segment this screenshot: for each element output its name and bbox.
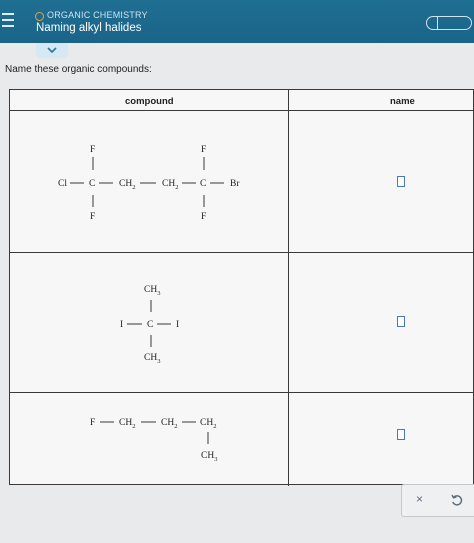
name-answer-input-2[interactable]: [397, 316, 405, 327]
ch2-label: CH2: [162, 179, 178, 191]
bromine-label: Br: [230, 179, 240, 189]
ch2-label: CH2: [200, 418, 216, 430]
carbon-label: C: [89, 179, 95, 189]
fluorine-label: F: [201, 145, 206, 155]
topic-title: Naming alkyl halides: [36, 22, 142, 34]
carbon-label: C: [147, 320, 153, 330]
name-answer-input-3[interactable]: [397, 429, 405, 440]
iodine-label: I: [176, 320, 179, 330]
course-label: ORGANIC CHEMISTRY: [47, 10, 148, 20]
name-answer-input-1[interactable]: [397, 176, 405, 187]
iodine-label: I: [120, 320, 123, 330]
ch3-label: CH3: [144, 353, 160, 365]
fluorine-label: F: [201, 212, 206, 222]
carbon-label: C: [200, 179, 206, 189]
action-panel: ×: [401, 484, 474, 517]
top-bar: ORGANIC CHEMISTRY Naming alkyl halides: [0, 0, 474, 43]
fluorine-label: F: [90, 145, 95, 155]
undo-icon[interactable]: [450, 493, 464, 507]
instruction-text: Name these organic compounds:: [5, 64, 152, 75]
name-column-header: name: [390, 96, 415, 107]
expand-button[interactable]: [36, 43, 68, 58]
ch2-label: CH2: [161, 418, 177, 430]
ch3-label: CH3: [201, 451, 217, 463]
clear-button[interactable]: ×: [416, 492, 423, 506]
ch3-label: CH3: [144, 285, 160, 297]
column-divider: [288, 90, 289, 486]
ch2-label: CH2: [119, 179, 135, 191]
chlorine-label: Cl: [58, 179, 67, 189]
ch2-label: CH2: [119, 418, 135, 430]
progress-circle-icon: [35, 12, 44, 21]
menu-icon[interactable]: [2, 8, 16, 34]
structure-1: F F Cl C CH2 CH2 C Br F F CH3 I C I CH3 …: [58, 145, 240, 463]
chevron-down-icon: [47, 47, 57, 54]
fluorine-label: F: [90, 418, 95, 428]
fluorine-label: F: [90, 212, 95, 222]
compounds-table: compound name F F Cl C CH2 CH2 C Br F F …: [9, 89, 474, 486]
toggle-switch[interactable]: [426, 16, 472, 30]
